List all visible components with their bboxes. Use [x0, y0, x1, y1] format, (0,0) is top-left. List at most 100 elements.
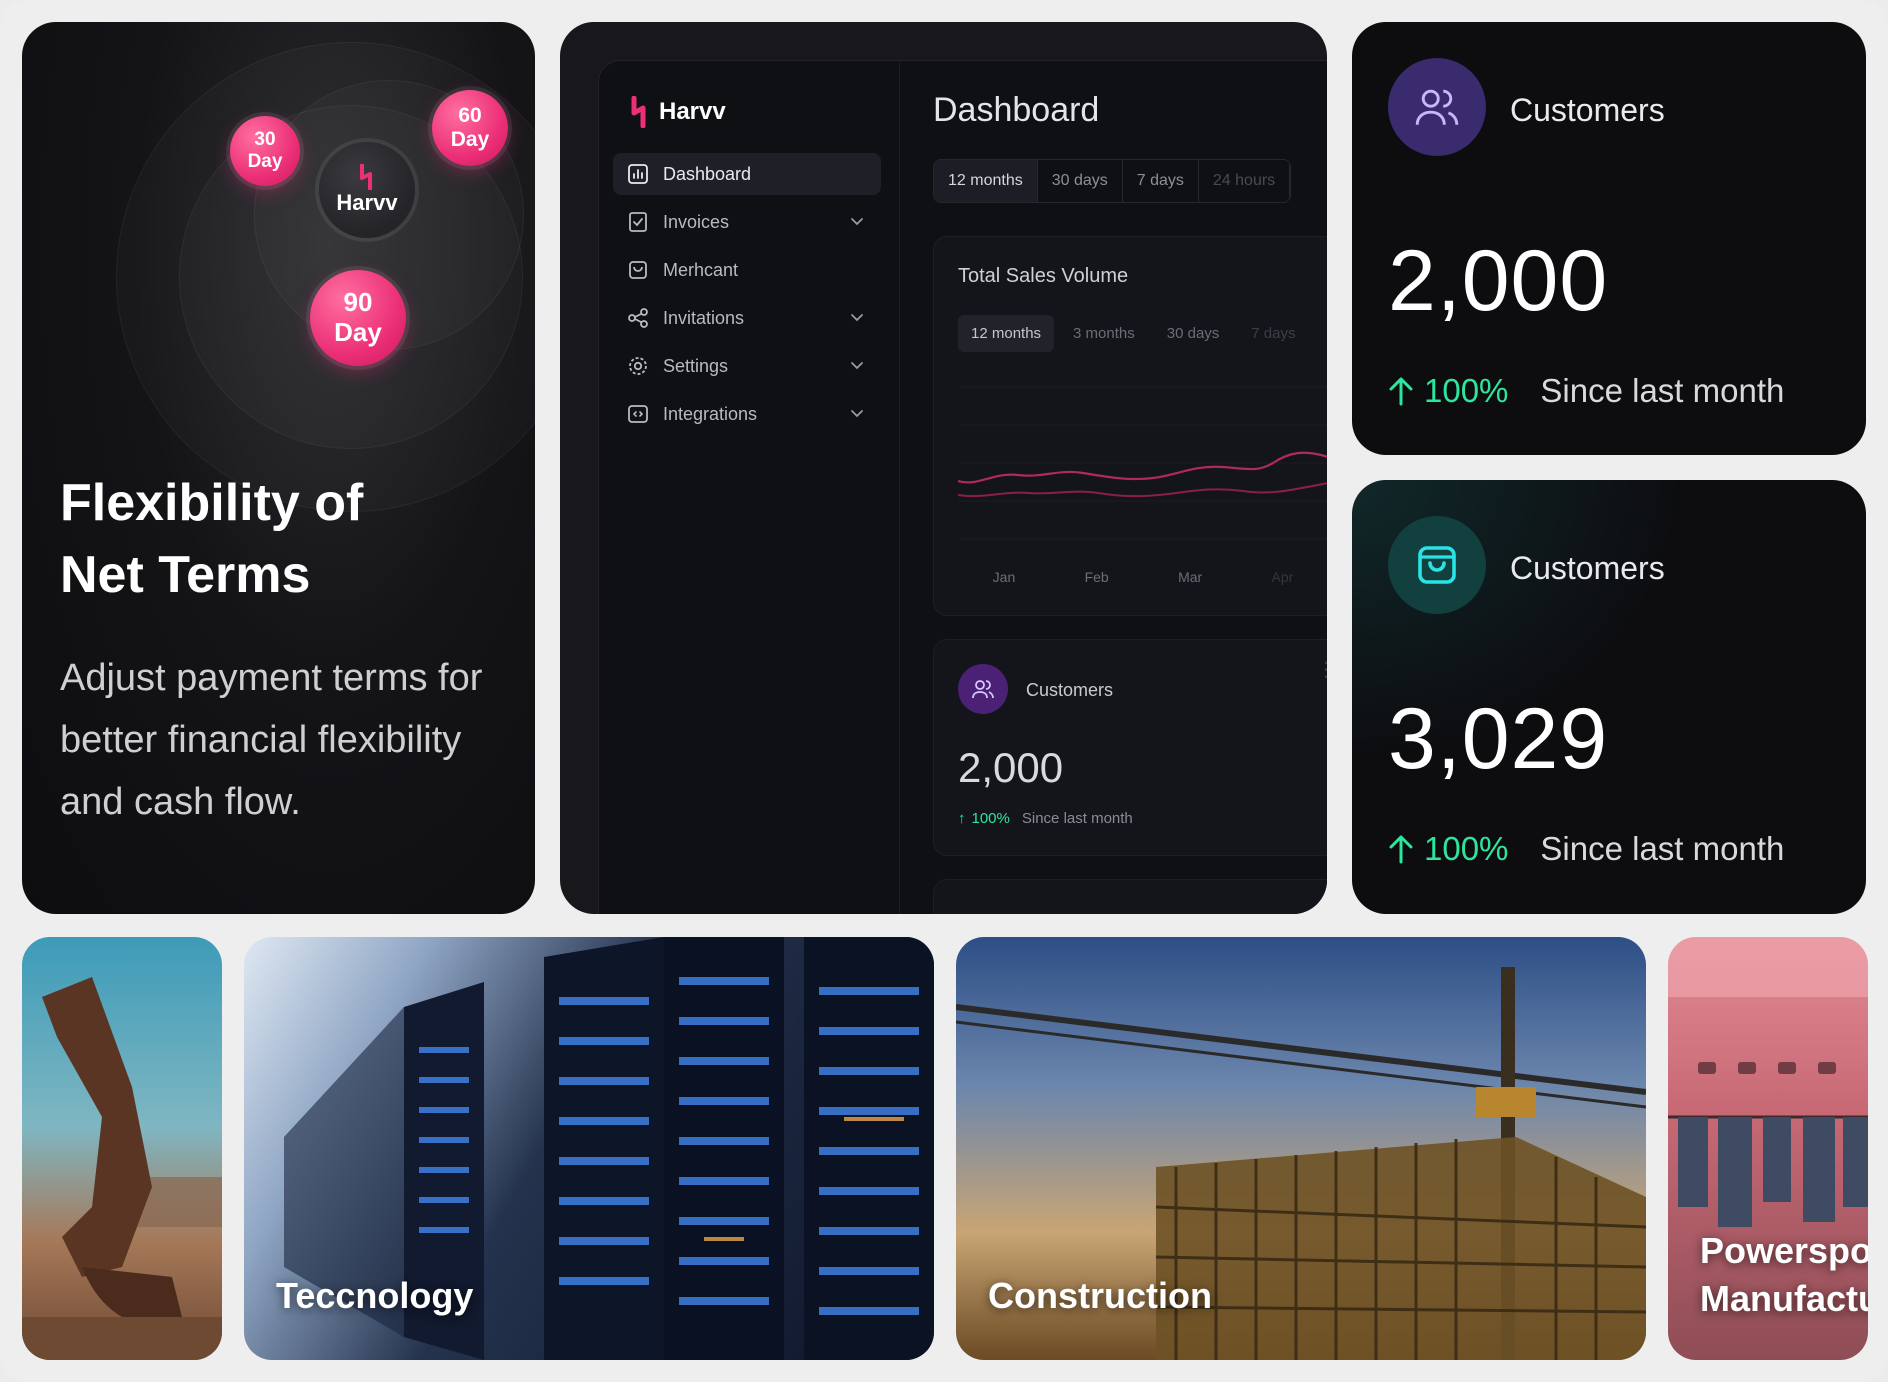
tab-24-hours[interactable]: 24 hours [1199, 160, 1291, 202]
stat-label: Customers [1510, 550, 1665, 586]
brand-name: Harvv [659, 98, 726, 125]
x-tick-label: Mar [1178, 569, 1203, 585]
harvv-logo-icon [631, 96, 646, 128]
tab-3-months[interactable]: 3 months [1060, 315, 1148, 352]
arrow-up-icon [1389, 835, 1413, 864]
chevron-down-icon[interactable] [849, 357, 865, 373]
sales-line-chart [958, 386, 1327, 540]
share-icon [628, 308, 648, 328]
customers-mini-pct: 100% [971, 810, 1010, 827]
top-selling-panel [933, 879, 1327, 914]
tile-label-line2: Manufactu [1700, 1278, 1868, 1319]
shopping-bag-icon [629, 261, 647, 279]
harvv-center-bubble: Harvv [319, 142, 415, 238]
sidebar-item-label: Dashboard [663, 163, 752, 184]
x-tick-label: Jan [992, 569, 1016, 585]
day-30-bubble: 30 Day [230, 116, 300, 186]
net-terms-card: Harvv 30 Day 60 Day 90 Day Flexibility o… [22, 22, 535, 914]
tab-7-days[interactable]: 7 days [1123, 160, 1199, 202]
day-90-bubble: 90 Day [310, 270, 406, 366]
day-90-unit: Day [334, 317, 382, 347]
tile-label: Construction [988, 1275, 1212, 1316]
tile-label: Teccnology [276, 1275, 474, 1316]
main-content: Dashboard 12 months 30 days 7 days 24 ho… [899, 61, 1327, 914]
sidebar-item-invoices[interactable]: Invoices [613, 201, 881, 243]
shopping-bag-icon [1388, 516, 1486, 614]
net-terms-title-line1: Flexibility of [60, 474, 364, 532]
app-window: Harvv Dashboard Invoices Merhcant Invita… [598, 60, 1327, 914]
stat-value: 2,000 [1388, 233, 1609, 329]
technology-image-tile[interactable]: Teccnology [244, 937, 934, 1360]
day-60-number: 60 [458, 103, 482, 127]
code-icon [628, 405, 648, 423]
net-terms-description: Adjust payment terms for better financia… [60, 657, 483, 823]
tab-30-days[interactable]: 30 days [1038, 160, 1123, 202]
tab-12-months[interactable]: 12 months [958, 315, 1055, 352]
arrow-up-icon: ↑ [958, 810, 966, 827]
tab-30-days[interactable]: 30 days [1154, 315, 1233, 352]
chevron-down-icon[interactable] [849, 405, 865, 421]
sidebar-item-invitations[interactable]: Invitations [613, 297, 881, 339]
customers-mini-value: 2,000 [958, 744, 1064, 791]
sidebar-item-label: Integrations [663, 403, 758, 424]
stat-since: Since last month [1540, 830, 1785, 867]
center-bubble-label: Harvv [336, 190, 398, 215]
day-30-unit: Day [247, 151, 283, 172]
customers-mini-label: Customers [1026, 680, 1114, 700]
dashboard-preview-card: Harvv Dashboard Invoices Merhcant Invita… [560, 22, 1327, 914]
sidebar-item-label: Merhcant [663, 259, 739, 280]
sidebar: Harvv Dashboard Invoices Merhcant Invita… [599, 61, 900, 914]
sales-volume-title: Total Sales Volume [958, 265, 1129, 287]
x-tick-label: Feb [1084, 569, 1109, 585]
bar-chart-icon [628, 164, 648, 184]
tab-12-months[interactable]: 12 months [934, 160, 1038, 202]
stat-value: 3,029 [1388, 691, 1609, 787]
invoice-icon [629, 212, 647, 232]
stat-label: Customers [1510, 92, 1665, 128]
arrow-up-icon [1389, 377, 1413, 406]
x-axis-labels: Jan Feb Mar Apr [958, 569, 1327, 585]
tile-label-line1: Powerspor [1700, 1230, 1868, 1271]
chevron-down-icon[interactable] [849, 213, 865, 229]
sales-volume-panel: Total Sales Volume 12 months 3 months 30… [933, 236, 1327, 616]
users-icon [958, 664, 1008, 714]
day-90-number: 90 [343, 287, 373, 318]
harvv-logo-icon [360, 164, 372, 190]
day-60-bubble: 60 Day [432, 90, 508, 166]
net-terms-title: Flexibility of Net Terms [60, 467, 480, 611]
customers-mini-panel: Customers ⋮ 2,000 ↑ 100% Since last mont… [933, 639, 1327, 856]
net-terms-title-line2: Net Terms [60, 546, 311, 604]
stat-change: 100% Since last month [1388, 372, 1784, 410]
sidebar-item-merchant[interactable]: Merhcant [613, 249, 881, 291]
page-title: Dashboard [933, 91, 1100, 129]
sidebar-item-integrations[interactable]: Integrations [613, 393, 881, 435]
range-tabs: 12 months 30 days 7 days 24 hours [933, 159, 1292, 203]
sidebar-item-label: Invoices [663, 211, 730, 232]
customers-mini-since: Since last month [1021, 810, 1133, 827]
chevron-down-icon[interactable] [849, 309, 865, 325]
sales-volume-tabs: 12 months 3 months 30 days 7 days [958, 315, 1309, 352]
powersports-image-tile[interactable]: Powerspor Manufactu [1668, 937, 1868, 1360]
more-options-icon[interactable]: ⋮ [1316, 660, 1327, 680]
customers-mini-change: ↑ 100% Since last month [958, 810, 1133, 827]
sidebar-item-label: Settings [663, 355, 729, 376]
construction-image-tile[interactable]: Construction [956, 937, 1646, 1360]
tab-7-days[interactable]: 7 days [1238, 315, 1308, 352]
day-30-number: 30 [254, 129, 276, 151]
sidebar-item-label: Invitations [663, 307, 745, 328]
customers-stat-card: Customers 3,029 100% Since last month [1352, 480, 1866, 914]
brand-logo[interactable]: Harvv [629, 96, 726, 128]
day-60-unit: Day [450, 128, 490, 151]
x-tick-label: Apr [1271, 569, 1294, 585]
stat-since: Since last month [1540, 372, 1785, 409]
stat-change: 100% Since last month [1388, 830, 1784, 868]
sidebar-item-settings[interactable]: Settings [613, 345, 881, 387]
excavator-image-tile[interactable] [22, 937, 222, 1360]
customers-stat-card: Customers 2,000 100% Since last month [1352, 22, 1866, 455]
sidebar-item-dashboard[interactable]: Dashboard [613, 153, 881, 195]
gear-icon [629, 357, 647, 375]
users-icon [1388, 58, 1486, 156]
excavator-illustration [22, 977, 222, 1360]
stat-change-pct: 100% [1424, 830, 1509, 867]
page-canvas: Harvv 30 Day 60 Day 90 Day Flexibility o… [0, 0, 1888, 1382]
